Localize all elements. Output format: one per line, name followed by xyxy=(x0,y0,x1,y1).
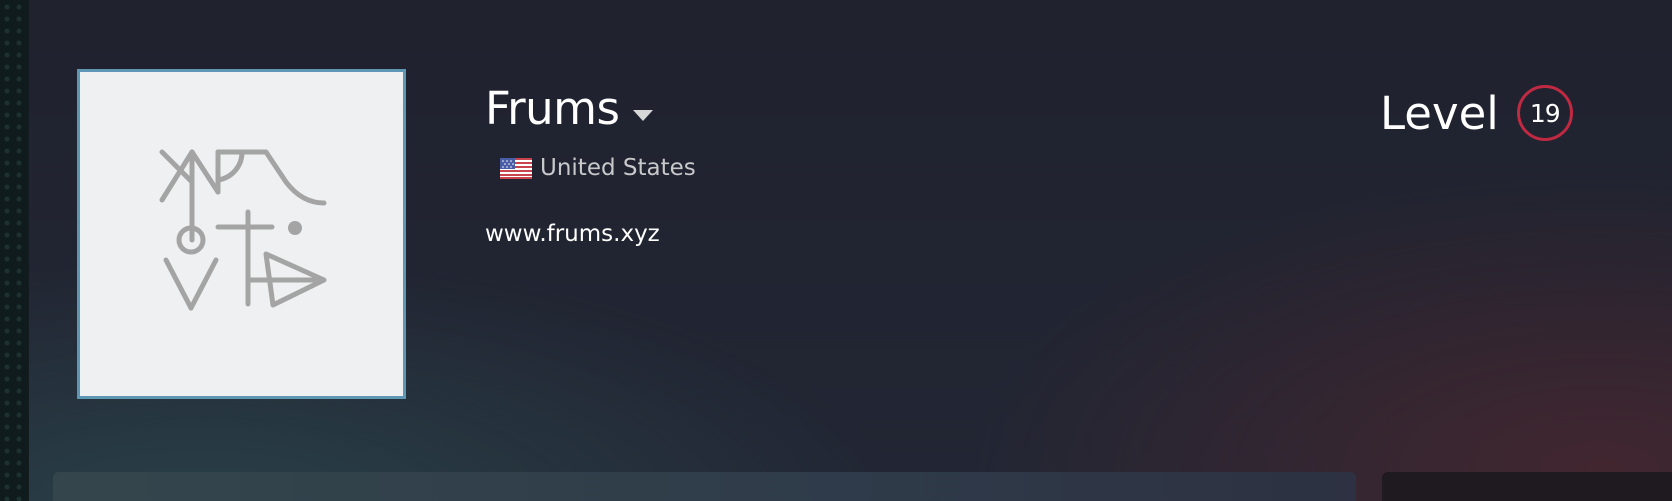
profile-level: Level 19 xyxy=(1380,80,1573,146)
edge-decoration-strip xyxy=(0,0,29,501)
profile-website-link[interactable]: www.frums.xyz xyxy=(485,221,660,247)
persona-name-dropdown[interactable]: Frums xyxy=(485,78,654,138)
level-badge[interactable]: 19 xyxy=(1516,85,1573,141)
chevron-down-icon[interactable] xyxy=(633,109,654,121)
profile-content-panel xyxy=(53,472,1356,501)
profile-avatar[interactable] xyxy=(77,69,406,399)
profile-side-panel xyxy=(1382,472,1672,501)
location-text: United States xyxy=(540,155,696,181)
avatar-glyph-art xyxy=(159,149,327,311)
profile-location: United States xyxy=(500,151,696,185)
level-label: Level xyxy=(1380,86,1499,140)
us-flag-icon xyxy=(500,157,532,179)
persona-name: Frums xyxy=(485,81,620,135)
